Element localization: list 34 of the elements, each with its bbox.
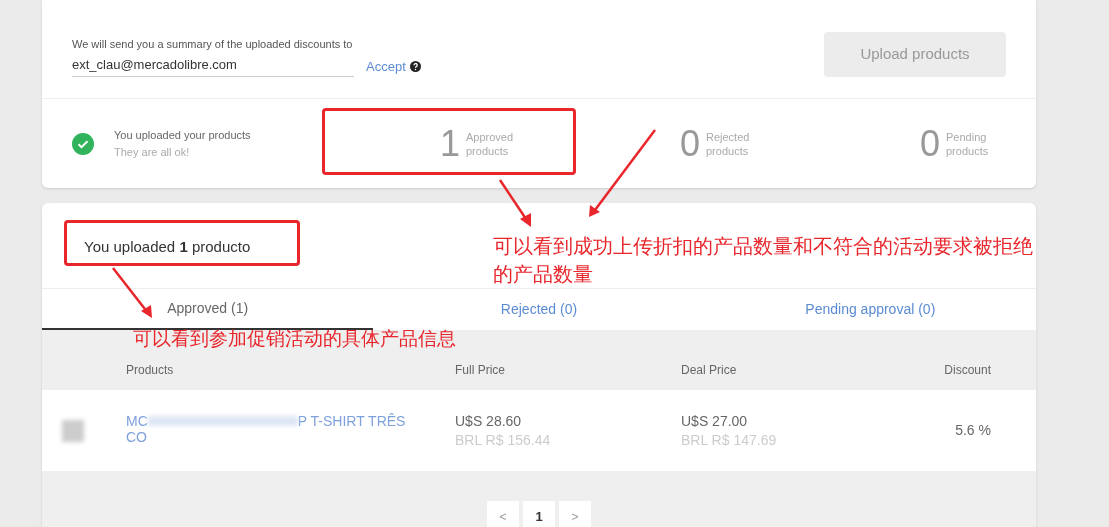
annotation-arrow: [498, 179, 531, 227]
discount-text: 5.6 %: [955, 421, 991, 440]
annotation-text: 可以看到成功上传折扣的产品数量和不符合的活动要求被拒绝的产品数量: [493, 234, 1034, 287]
product-thumbnail: [62, 419, 84, 442]
next-page-button[interactable]: >: [559, 501, 591, 527]
counter-number: 0: [919, 125, 940, 162]
counter-label: Approved products: [466, 129, 515, 158]
counter-label: Pending products: [946, 129, 990, 158]
price-text: U$S 28.60: [455, 411, 522, 431]
counter-label: Rejected products: [706, 129, 751, 158]
column-header: Products: [126, 362, 174, 379]
column-header: Full Price: [455, 362, 505, 379]
counter-number: 1: [439, 125, 460, 162]
column-header: Deal Price: [681, 362, 737, 379]
page-button[interactable]: 1: [523, 501, 555, 527]
previous-page-button[interactable]: <: [487, 501, 519, 527]
price-text: U$S 27.00: [681, 411, 748, 431]
column-header: Discount: [944, 362, 991, 379]
tab[interactable]: Pending approval (0): [704, 289, 1036, 330]
product-link[interactable]: P T-SHIRT TRÊS: [297, 412, 406, 429]
product-link[interactable]: CO: [126, 428, 147, 445]
accept-link[interactable]: Accept: [366, 57, 406, 77]
summary-label: We will send you a summary of the uploaded discounts to: [72, 36, 354, 52]
annotation-arrow: [112, 267, 152, 318]
check-icon: [72, 132, 94, 155]
product-link[interactable]: MC: [126, 412, 148, 429]
help-icon[interactable]: [409, 61, 421, 73]
counter-number: 0: [679, 125, 700, 162]
status-subtitle: They are all ok!: [114, 144, 191, 160]
annotation-text: 可以看到参加促销活动的具体产品信息: [133, 327, 456, 351]
results-heading: You uploaded 1 producto: [84, 237, 251, 258]
status-title: You uploaded your products: [114, 128, 251, 143]
email-field[interactable]: ext_clau@mercadolibre.com: [72, 55, 354, 77]
tab[interactable]: Rejected (0): [373, 289, 705, 330]
